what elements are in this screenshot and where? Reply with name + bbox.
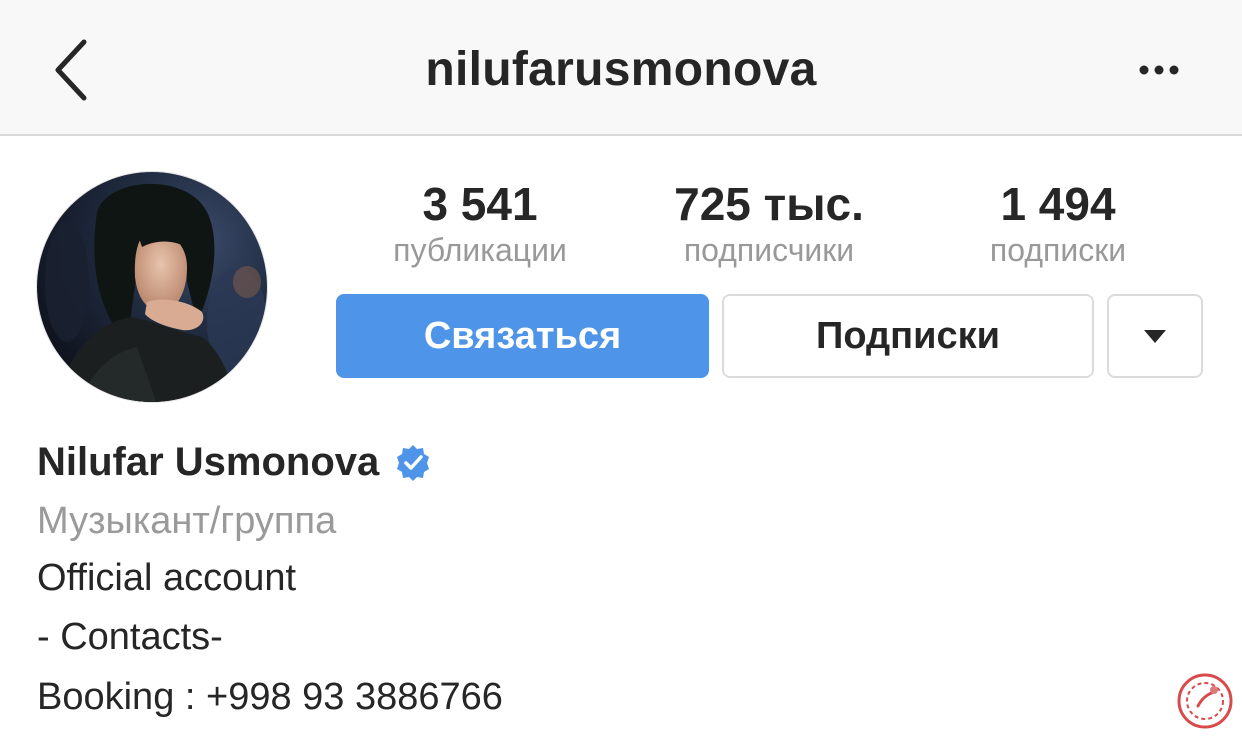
followers-count: 725 тыс. — [674, 178, 864, 230]
watermark-logo-icon — [1177, 673, 1233, 729]
following-button[interactable]: Подписки — [722, 294, 1094, 378]
contact-button[interactable]: Связаться — [336, 294, 709, 378]
following-label: подписки — [989, 232, 1127, 268]
bio-line: Booking : +998 93 3886766 — [37, 676, 503, 718]
avatar[interactable] — [36, 171, 268, 403]
profile-category: Музыкант/группа — [37, 500, 337, 542]
bio-line: - Contacts- — [37, 616, 223, 658]
nav-header: nilufarusmonova — [0, 0, 1242, 136]
caret-down-icon — [1144, 330, 1166, 343]
bio-line: Official account — [37, 557, 297, 599]
more-options-button[interactable] — [1130, 56, 1190, 86]
followers-label: подписчики — [683, 232, 855, 268]
verified-badge-icon — [397, 444, 430, 481]
posts-stat[interactable]: 3 541 публикации — [370, 178, 590, 268]
more-horizontal-icon — [1139, 65, 1179, 75]
profile-name-text: Nilufar Usmonova — [37, 440, 380, 484]
followers-stat[interactable]: 725 тыс. подписчики — [655, 178, 883, 268]
suggestions-dropdown-button[interactable] — [1107, 294, 1203, 378]
following-stat[interactable]: 1 494 подписки — [965, 178, 1151, 268]
profile-name: Nilufar Usmonova — [37, 440, 433, 485]
following-count: 1 494 — [1000, 178, 1116, 230]
profile-screen: nilufarusmonova 3 541 публикации 725 тыс… — [0, 0, 1242, 737]
page-title: nilufarusmonova — [425, 43, 817, 96]
profile-photo — [37, 172, 267, 402]
posts-count: 3 541 — [422, 178, 538, 230]
posts-label: публикации — [393, 232, 567, 268]
